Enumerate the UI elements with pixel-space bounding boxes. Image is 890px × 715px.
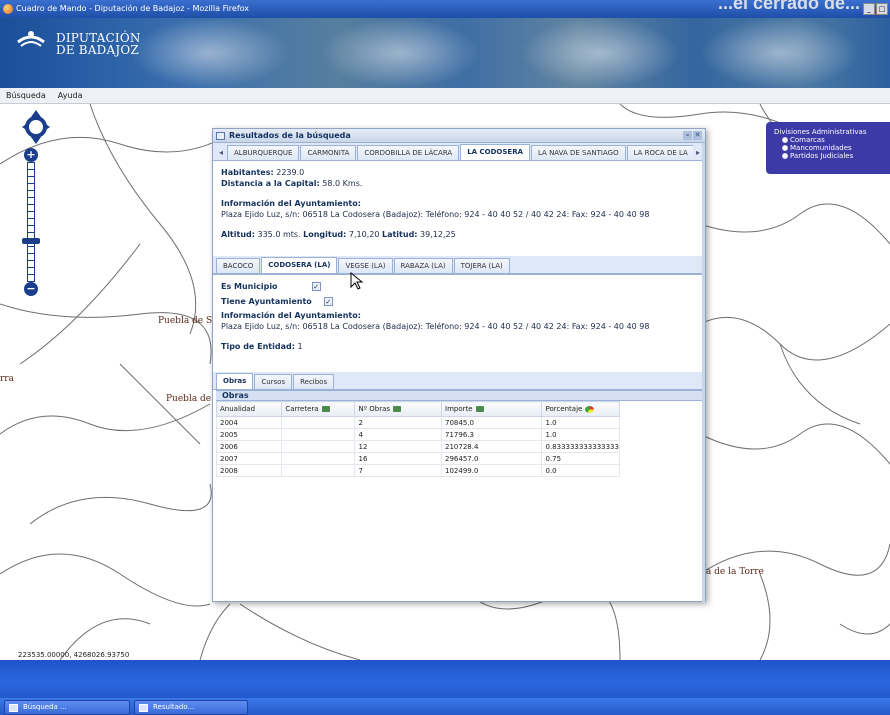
tab-tojera[interactable]: TOJERA (LA) <box>453 258 510 273</box>
place-label: rra <box>0 374 14 384</box>
entity-info-panel: Es Municipio ✓ Tiene Ayuntamiento ✓ Inform… <box>213 274 705 372</box>
table-row[interactable]: 2007 16 296457.0 0.75 <box>215 452 620 465</box>
pan-control-icon[interactable] <box>22 110 50 144</box>
tab-la-codosera[interactable]: LA CODOSERA <box>460 144 530 160</box>
tab-bacoco[interactable]: BACOCO <box>216 258 261 273</box>
chart-icon[interactable] <box>393 406 402 412</box>
close-button[interactable]: ✕ <box>693 131 702 140</box>
window-icon <box>9 704 18 712</box>
menu-ayuda[interactable]: Ayuda <box>58 91 83 100</box>
layer-switcher-title: Divisiones Administrativas <box>774 128 867 136</box>
browser-title-bar: Cuadro de Mando - Diputación de Badajoz … <box>0 0 890 18</box>
tab-la-roca[interactable]: LA ROCA DE LA <box>626 145 695 160</box>
column-header[interactable]: Anualidad <box>215 401 283 417</box>
map-coordinates: 223535.00000, 4268026.93750 <box>18 651 130 659</box>
tiene-ayuntamiento-checkbox[interactable]: ✓ <box>323 297 333 306</box>
radio-icon[interactable] <box>782 145 788 151</box>
table-row[interactable]: 2008 7 102499.0 0.0 <box>215 464 620 477</box>
taskbar-item-resultado[interactable]: Resultado... <box>134 700 248 715</box>
ayuntamiento-info: Plaza Ejido Luz, s/n: 06518 La Codosera … <box>221 210 650 219</box>
menu-bar: Búsqueda Ayuda <box>0 88 890 104</box>
window-icon <box>216 132 225 140</box>
place-label: cía de la Torre <box>698 567 764 577</box>
entity-tabs: BACOCO CODOSERA (LA) VEGSE (LA) RABAZA (… <box>213 256 705 274</box>
minimize-button[interactable]: _ <box>863 3 875 15</box>
tab-recibos[interactable]: Recibos <box>293 374 335 389</box>
column-header[interactable]: Porcentaje <box>541 401 620 417</box>
taskbar-item-busqueda[interactable]: Búsqueda ... <box>4 700 130 715</box>
column-header[interactable]: Carretera <box>281 401 356 417</box>
table-row[interactable]: 2006 12 210728.4 0.833333333333333 <box>215 440 620 453</box>
diputacion-logo-icon <box>17 31 45 47</box>
layer-option-partidos[interactable]: Partidos Judiciales <box>782 152 882 160</box>
distancia-value: 58.0 Kms. <box>322 179 363 188</box>
radio-icon[interactable] <box>782 153 788 159</box>
scroll-left-icon[interactable]: ◂ <box>216 145 226 160</box>
firefox-icon <box>3 4 13 14</box>
logo-text: DIPUTACIÓN DE BADAJOZ <box>56 31 141 57</box>
window-title: Cuadro de Mando - Diputación de Badajoz … <box>16 4 250 13</box>
tab-alburquerque[interactable]: ALBURQUERQUE <box>227 145 300 160</box>
tab-obras[interactable]: Obras <box>216 373 254 389</box>
maximize-button[interactable]: □ <box>876 3 888 15</box>
column-header[interactable]: Importe <box>440 401 543 417</box>
table-row[interactable]: 2005 4 71796.3 1.0 <box>215 428 620 441</box>
entity-ayuntamiento-info: Plaza Ejido Luz, s/n: 06518 La Codosera … <box>221 322 650 331</box>
chart-icon[interactable] <box>321 406 330 412</box>
place-label: Puebla de Sa <box>158 316 218 326</box>
radio-icon[interactable] <box>782 137 788 143</box>
zoom-control: + − <box>22 148 40 298</box>
es-municipio-checkbox[interactable]: ✓ <box>311 282 321 291</box>
pie-chart-icon[interactable] <box>585 405 595 413</box>
window-icon <box>139 704 148 712</box>
obras-section-title: Obras <box>216 390 702 401</box>
layer-switcher: Divisiones Administrativas Comarcas Manc… <box>766 122 890 174</box>
layer-option-mancomunidades[interactable]: Mancomunidades <box>782 144 882 152</box>
tab-la-nava[interactable]: LA NAVA DE SANTIAGO <box>531 145 626 160</box>
results-window: Resultados de la búsqueda – ✕ ◂ ALBURQUE… <box>212 128 706 603</box>
taskbar: Búsqueda ... Resultado... <box>0 660 890 715</box>
header-banner: DIPUTACIÓN DE BADAJOZ <box>0 18 890 88</box>
obras-grid: Anualidad Carretera Nº Obras Importe Por… <box>215 401 702 477</box>
tab-vegse[interactable]: VEGSE (LA) <box>338 258 393 273</box>
collapse-button[interactable]: – <box>683 131 692 140</box>
results-window-title: Resultados de la búsqueda <box>229 131 351 140</box>
town-info-panel: Habitantes: 2239.0 Distancia a la Capita… <box>213 161 705 256</box>
menu-busqueda[interactable]: Búsqueda <box>6 91 46 100</box>
zoom-slider-handle[interactable] <box>22 238 40 244</box>
tab-cordobilla[interactable]: CORDOBILLA DE LÁCARA <box>357 145 460 160</box>
results-window-header: Resultados de la búsqueda – ✕ <box>213 129 705 143</box>
tab-rabaza[interactable]: RABAZA (LA) <box>393 258 453 273</box>
zoom-out-button[interactable]: − <box>24 282 38 296</box>
data-tabs: Obras Cursos Recibos <box>213 372 705 390</box>
overlay-caption: ...el cerrado de... <box>717 0 860 13</box>
tab-cursos[interactable]: Cursos <box>254 374 293 389</box>
zoom-track[interactable] <box>27 162 35 282</box>
table-row[interactable]: 2004 2 70845.0 1.0 <box>215 416 620 429</box>
column-header[interactable]: Nº Obras <box>354 401 442 417</box>
layer-option-comarcas[interactable]: Comarcas <box>782 136 882 144</box>
tipo-entidad-value: 1 <box>297 342 303 351</box>
mouse-cursor-icon <box>350 272 364 290</box>
tab-carmonita[interactable]: CARMONITA <box>300 145 357 160</box>
window-scrollbar[interactable] <box>702 143 705 603</box>
town-tabs: ◂ ALBURQUERQUE CARMONITA CORDOBILLA DE L… <box>213 143 705 161</box>
tab-codosera[interactable]: CODOSERA (LA) <box>261 257 338 273</box>
habitantes-value: 2239.0 <box>276 168 305 177</box>
zoom-in-button[interactable]: + <box>24 148 38 162</box>
window-controls: _ □ <box>863 3 888 15</box>
chart-icon[interactable] <box>475 406 484 412</box>
